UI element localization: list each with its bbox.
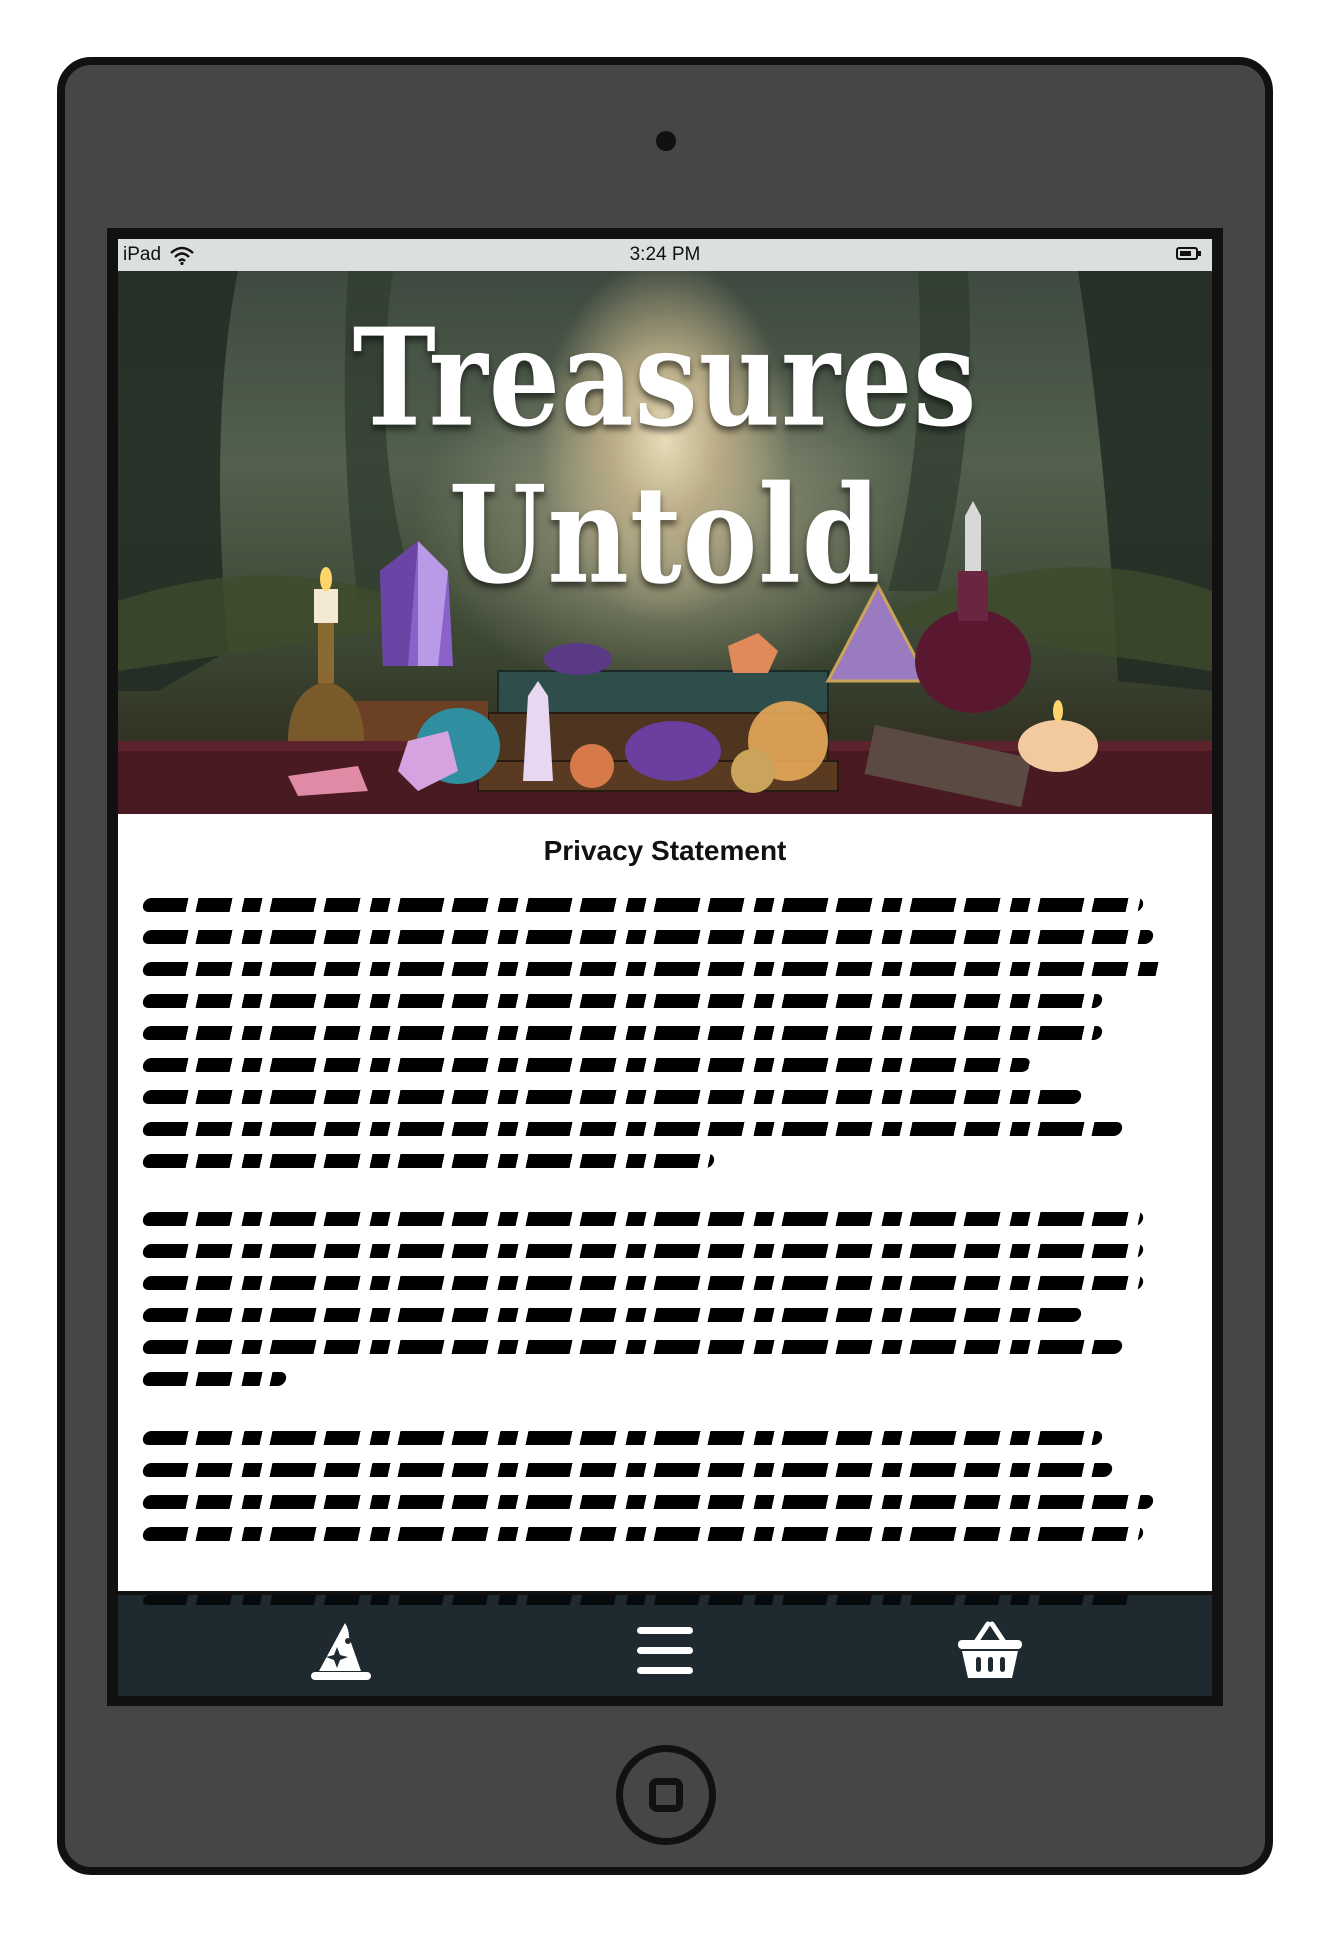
front-camera [656,131,676,151]
redacted-text-line [141,1308,1083,1322]
tab-menu[interactable] [625,1615,705,1687]
basket-icon [958,1621,1022,1678]
home-button[interactable] [616,1745,716,1845]
redacted-text-line [141,1026,1104,1040]
hero-title: Treasures Untold [352,299,978,615]
menu-icon [637,1627,693,1674]
redacted-text-line [141,1495,1155,1509]
redacted-text-line [141,1090,1083,1104]
tab-home[interactable] [300,1615,380,1687]
home-button-square [649,1778,683,1812]
scrolled-text-line [143,1595,1135,1605]
redacted-text-line [141,994,1104,1008]
redacted-text-line [141,898,1145,912]
redacted-text-line [141,1527,1145,1541]
bottom-tab-bar [118,1591,1212,1696]
status-bar: iPad 3:24 PM [118,239,1212,271]
content-area: Privacy Statement [118,814,1212,1622]
paragraph [141,1431,1188,1559]
wizard-hat-icon [311,1623,371,1680]
redacted-text-line [141,930,1155,944]
redacted-text-line [141,1154,716,1168]
battery-icon [1176,247,1201,260]
redacted-text-line [141,1340,1124,1354]
redacted-text-line [141,1463,1114,1477]
redacted-text-line [141,1058,1032,1072]
hero-banner: Treasures Untold [118,271,1212,814]
tab-basket[interactable] [950,1615,1030,1687]
redacted-text-line [141,1212,1145,1226]
page-title: Privacy Statement [543,835,787,866]
redacted-text-line [141,1244,1145,1258]
redacted-text-line [141,1122,1124,1136]
redacted-text-line [141,1431,1104,1445]
status-time: 3:24 PM [629,244,701,265]
redacted-text-line [141,962,1165,976]
paragraph [141,898,1188,1186]
redacted-text-line [141,1276,1145,1290]
screen: iPad 3:24 PM Treasures Untold Privacy St… [118,239,1212,1696]
redacted-text-line [141,1372,288,1386]
paragraph [141,1212,1188,1404]
